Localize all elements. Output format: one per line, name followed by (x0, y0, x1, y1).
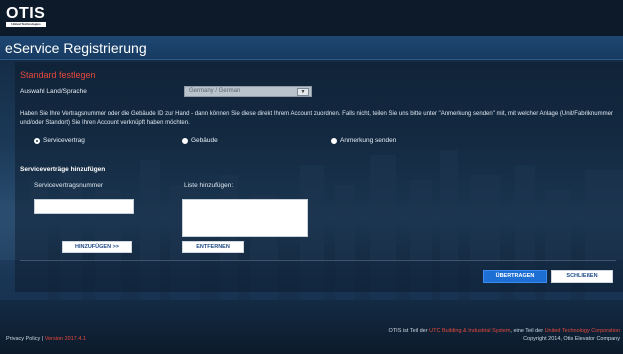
footer-separator: | (41, 336, 44, 342)
radio-label: Anmerkung senden (340, 137, 397, 144)
radio-dot[interactable] (182, 137, 188, 144)
radio-label: Servicevertrag (43, 137, 85, 144)
radio-anmerkung-senden[interactable]: Anmerkung senden (331, 137, 396, 144)
contract-list-box[interactable] (182, 199, 308, 237)
footer-left: Privacy Policy | Version 2017.4.1 (6, 336, 86, 342)
add-button[interactable]: HINZUFÜGEN >> (62, 241, 132, 253)
country-select[interactable]: Germany / German ▼ (184, 86, 312, 97)
divider (20, 260, 616, 261)
contract-number-input[interactable] (34, 199, 134, 214)
list-label: Liste hinzufügen: (184, 182, 234, 189)
country-select-value: Germany / German (189, 88, 241, 94)
part-of-text: , eine Teil der (510, 328, 544, 334)
otis-part-text: OTIS ist Teil der (388, 328, 428, 334)
logo-text: OTIS (6, 5, 46, 22)
title-bar: eService Registrierung (0, 36, 623, 60)
otis-logo[interactable]: OTIS United Technologies (6, 6, 48, 28)
copyright-text: Copyright 2014, Otis Elevator Company (523, 336, 620, 342)
subsection-heading: Serviceverträge hinzufügen (20, 166, 106, 173)
close-button[interactable]: SCHLIEßEN (551, 270, 613, 283)
logo-tagline: United Technologies (6, 22, 46, 27)
version-text: Version 2017.4.1 (44, 336, 87, 342)
utc-bis-link[interactable]: UTC Building & Industrial System (429, 328, 510, 334)
radio-dot[interactable] (34, 137, 40, 144)
radio-gebaeude[interactable]: Gebäude (182, 137, 218, 144)
remove-button[interactable]: ENTFERNEN (182, 241, 244, 253)
utc-link[interactable]: United Technology Corporation (545, 328, 620, 334)
section-heading: Standard festlegen (20, 70, 96, 80)
top-bar: OTIS United Technologies (0, 0, 623, 36)
instructions-text: Haben Sie Ihre Vertragsnummer oder die G… (20, 111, 613, 126)
privacy-policy-link[interactable]: Privacy Policy (6, 336, 40, 342)
page-title: eService Registrierung (5, 40, 147, 56)
submit-button[interactable]: ÜBERTRAGEN (483, 270, 547, 283)
country-label: Auswahl Land/Sprache (20, 88, 87, 95)
footer-right: OTIS ist Teil der UTC Building & Industr… (330, 327, 620, 343)
contract-number-label: Servicevertragsnummer (34, 182, 103, 189)
footer-line-1: OTIS ist Teil der UTC Building & Industr… (330, 327, 620, 335)
chevron-down-icon[interactable]: ▼ (297, 88, 309, 96)
radio-label: Gebäude (191, 137, 218, 144)
radio-servicevertrag[interactable]: Servicevertrag (34, 137, 85, 144)
radio-dot[interactable] (331, 137, 337, 144)
form-panel (15, 62, 623, 292)
